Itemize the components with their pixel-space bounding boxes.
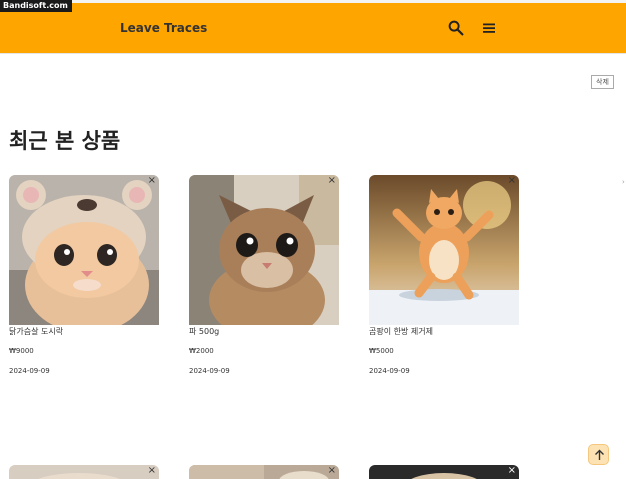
product-card[interactable]: ×	[9, 465, 159, 479]
product-price: ₩9000	[9, 347, 34, 355]
product-image[interactable]	[369, 465, 519, 479]
remove-item-button[interactable]: ×	[508, 465, 516, 476]
scroll-edge-marker: ›	[622, 178, 625, 186]
product-name[interactable]: 파 500g	[189, 326, 219, 337]
product-date: 2024-09-09	[189, 367, 230, 375]
product-name[interactable]: 곰팡이 한방 제거제	[369, 326, 433, 337]
product-card[interactable]: × 곰팡이 한방 제거제 ₩5000 2024-09-09	[369, 175, 519, 375]
hamburger-menu-icon	[483, 23, 495, 33]
brand-logo[interactable]: Leave Traces	[120, 21, 207, 35]
product-card[interactable]: × 파 500g ₩2000 2024-09-09	[189, 175, 339, 375]
product-name[interactable]: 닭가슴살 도시락	[9, 326, 63, 337]
remove-item-button[interactable]: ×	[148, 175, 156, 186]
kitten-image	[189, 175, 339, 325]
menu-button[interactable]	[480, 19, 498, 37]
product-card[interactable]: ×	[189, 465, 339, 479]
page-title: 최근 본 상품	[9, 129, 121, 153]
remove-item-button[interactable]: ×	[508, 175, 516, 186]
product-card[interactable]: × 닭가슴살 도시락 ₩9000 2024-09-09	[9, 175, 159, 375]
product-card[interactable]: ×	[369, 465, 519, 479]
search-icon	[448, 20, 464, 36]
arrow-up-icon	[595, 449, 604, 460]
product-price: ₩2000	[189, 347, 214, 355]
jumping-cat-image	[369, 175, 519, 325]
product-image[interactable]	[9, 465, 159, 479]
product-image[interactable]: ×	[189, 175, 339, 325]
remove-item-button[interactable]: ×	[148, 465, 156, 476]
remove-item-button[interactable]: ×	[328, 175, 336, 186]
search-button[interactable]	[447, 19, 465, 37]
cat-in-bear-hat-image	[9, 175, 159, 325]
scroll-to-top-button[interactable]	[588, 444, 609, 465]
remove-item-button[interactable]: ×	[328, 465, 336, 476]
product-image[interactable]: ×	[9, 175, 159, 325]
product-price: ₩5000	[369, 347, 394, 355]
product-date: 2024-09-09	[369, 367, 410, 375]
product-date: 2024-09-09	[9, 367, 50, 375]
product-image[interactable]	[189, 465, 339, 479]
watermark: Bandisoft.com	[0, 0, 72, 12]
site-header: Leave Traces	[0, 3, 626, 54]
delete-button[interactable]: 삭제	[591, 75, 614, 89]
product-image[interactable]: ×	[369, 175, 519, 325]
